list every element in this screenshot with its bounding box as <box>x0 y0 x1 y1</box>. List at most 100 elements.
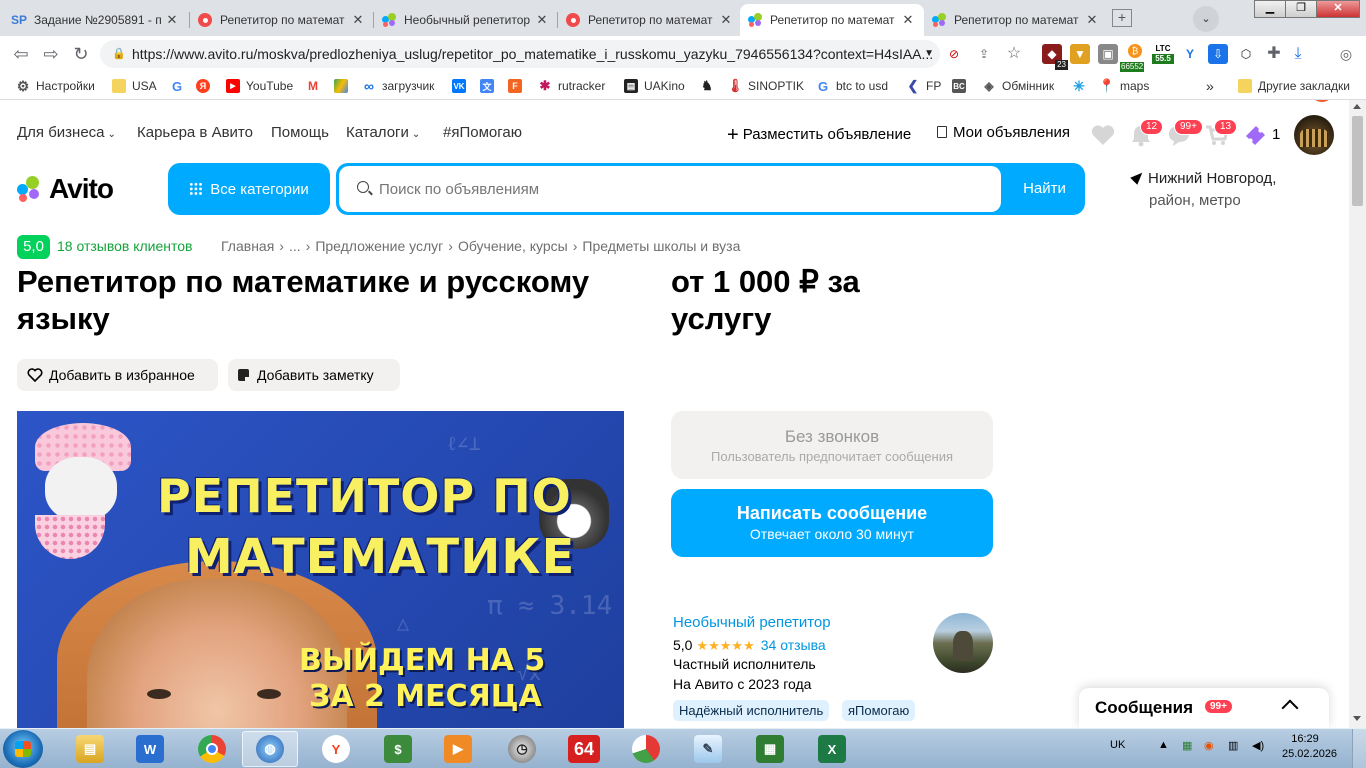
taskbar-monitor-app[interactable]: ▦ <box>742 731 798 767</box>
bookmark-google[interactable]: G <box>170 77 190 95</box>
taskbar-money-app[interactable]: $ <box>370 731 426 767</box>
taskbar-notes-app[interactable]: ✎ <box>680 731 736 767</box>
bookmark-usa[interactable]: USA <box>112 77 157 95</box>
breadcrumb-ellipsis[interactable]: ... <box>289 238 301 254</box>
page-scrollbar[interactable] <box>1349 100 1366 728</box>
bookmark-downloader[interactable]: ∞ загрузчик <box>362 77 434 95</box>
bookmark-btc-to-usd[interactable]: Gbtc to usd <box>816 77 888 95</box>
bookmark-uakino[interactable]: ▤ UAKino <box>624 77 685 95</box>
url-field[interactable]: 🔒 https://www.avito.ru/moskva/predlozhen… <box>100 40 940 68</box>
bookmark-yandex[interactable]: Я <box>196 77 216 95</box>
tab-close-icon[interactable]: ✕ <box>900 12 916 28</box>
bookmark-star-icon[interactable]: ☆ <box>1004 44 1024 64</box>
restore-button[interactable]: ❐ <box>1285 0 1317 18</box>
bookmark-drive[interactable] <box>334 77 354 95</box>
tab-search-chevron-icon[interactable]: ⌄ <box>1193 6 1219 32</box>
seller-reviews-link[interactable]: 34 отзыва <box>761 637 826 653</box>
tray-antivirus-icon[interactable]: ◉ <box>1204 739 1214 752</box>
other-bookmarks-folder[interactable]: Другие закладки <box>1238 77 1350 95</box>
taskbar-explorer[interactable]: ▤ <box>62 731 118 767</box>
taskbar-chart-app[interactable] <box>618 731 674 767</box>
breadcrumb-school-subjects[interactable]: Предметы школы и вуза <box>582 238 740 254</box>
language-indicator[interactable]: UK <box>1110 739 1125 751</box>
scroll-thumb[interactable] <box>1352 116 1363 206</box>
taskbar-clock[interactable]: 16:29 25.02.2026 <box>1282 732 1337 762</box>
extension-btc-icon[interactable]: ₿ 66552 <box>1120 44 1148 72</box>
browser-tab-active[interactable]: Репетитор по математ ✕ <box>740 4 924 36</box>
block-icon[interactable]: ⊘ <box>944 44 964 64</box>
close-window-button[interactable]: ✕ <box>1316 0 1360 18</box>
my-ads-link[interactable]: Мои объявления <box>937 124 1070 141</box>
browser-tab[interactable]: Необычный репетитор ✕ <box>374 4 558 36</box>
tab-close-icon[interactable]: ✕ <box>164 12 180 28</box>
minimize-button[interactable]: ▁ <box>1254 0 1286 18</box>
tab-close-icon[interactable]: ✕ <box>350 12 366 28</box>
listing-photo[interactable]: ℓ∠⊥ π ≈ 3.14 √x △ РЕПЕТИТОР ПО МАТЕМАТИК… <box>17 411 624 728</box>
back-arrow-icon[interactable]: ⇦ <box>10 43 32 65</box>
extension-cube-icon[interactable]: ⬡ <box>1236 44 1256 64</box>
downloads-icon[interactable]: ⤓ <box>1288 44 1308 64</box>
nav-for-business[interactable]: Для бизнеса ⌄ <box>17 124 116 141</box>
search-input[interactable] <box>379 166 979 212</box>
favorites-heart-icon[interactable] <box>1090 122 1116 148</box>
taskbar-excel[interactable]: X <box>804 731 860 767</box>
browser-tab[interactable]: Репетитор по математ ✕ <box>924 4 1108 36</box>
seller-tag-ya-pomogayu[interactable]: яПомогаю <box>842 700 916 721</box>
taskbar-globe-app[interactable]: ◍ <box>242 731 298 767</box>
nav-help[interactable]: Помощь <box>271 124 329 141</box>
bookmark-sinoptik[interactable]: 🌡 SINOPTIK <box>727 77 804 95</box>
taskbar-yandex-browser[interactable]: Y <box>308 731 364 767</box>
post-ad-link[interactable]: + Разместить объявление <box>727 124 911 147</box>
share-icon[interactable]: ⇪ <box>974 44 994 64</box>
taskbar-chrome[interactable] <box>184 731 240 767</box>
bookmark-maps[interactable]: 📍 maps <box>1099 77 1149 95</box>
avito-logo[interactable]: Avito <box>17 173 114 204</box>
reviews-link[interactable]: 18 отзывов клиентов <box>57 238 193 254</box>
extension-badge-icon[interactable]: ▼ <box>1070 44 1090 64</box>
extension-shield-icon[interactable]: ◆ 23 <box>1042 44 1068 70</box>
browser-tab[interactable]: Репетитор по математ ✕ <box>190 4 374 36</box>
add-note-button[interactable]: Добавить заметку <box>228 359 400 391</box>
messenger-widget[interactable]: Сообщения 99+ <box>1079 688 1329 728</box>
location-selector[interactable]: Нижний Новгород, район, метро <box>1130 168 1276 212</box>
write-message-button[interactable]: Написать сообщение Отвечает около 30 мин… <box>671 489 993 557</box>
show-desktop-button[interactable] <box>1352 729 1366 768</box>
bookmark-exchanger[interactable]: ◈ Обмінник <box>982 77 1054 95</box>
bookmark-youtube[interactable]: ▶ YouTube <box>226 77 293 95</box>
bookmark-settings[interactable]: ⚙ Настройки <box>16 77 95 95</box>
tab-close-icon[interactable]: ✕ <box>534 12 550 28</box>
bookmark-star[interactable]: ✳ <box>1072 77 1092 95</box>
add-to-favorites-button[interactable]: Добавить в избранное <box>17 359 218 391</box>
taskbar-media-player[interactable]: ▶ <box>430 731 486 767</box>
tray-volume-icon[interactable]: ◀) <box>1252 739 1264 752</box>
new-tab-button[interactable]: + <box>1112 9 1132 27</box>
more-bookmarks-button[interactable]: » <box>1206 77 1214 95</box>
all-categories-button[interactable]: Все категории <box>168 163 330 215</box>
bookmark-bc[interactable]: BC <box>952 77 972 95</box>
tray-network-app-icon[interactable]: ▦ <box>1182 739 1192 752</box>
tray-expand-icon[interactable]: ▲ <box>1158 739 1169 751</box>
extensions-puzzle-icon[interactable]: ✚ <box>1264 44 1284 64</box>
browser-tab[interactable]: Репетитор по математ ✕ <box>558 4 742 36</box>
taskbar-clock-app[interactable]: ◷ <box>494 731 550 767</box>
bookmark-horse[interactable]: ♞ <box>700 77 720 95</box>
forward-arrow-icon[interactable]: ⇨ <box>40 43 62 65</box>
bonus-ticket-icon[interactable] <box>1242 122 1268 148</box>
breadcrumb-home[interactable]: Главная <box>221 238 274 254</box>
bookmark-rutracker[interactable]: ✱ rutracker <box>538 77 605 95</box>
bookmark-gmail[interactable]: M <box>306 77 326 95</box>
start-button[interactable] <box>3 730 43 768</box>
url-dropdown-icon[interactable]: ▼ <box>924 40 934 68</box>
user-avatar[interactable] <box>1294 115 1334 155</box>
tray-network-icon[interactable]: ▥ <box>1228 739 1238 752</box>
nav-ya-pomogayu[interactable]: #яПомогаю <box>443 124 522 141</box>
breadcrumb-education[interactable]: Обучение, курсы <box>458 238 568 254</box>
bookmark-fp[interactable]: ❮ FP <box>906 77 941 95</box>
nav-career[interactable]: Карьера в Авито <box>137 124 253 141</box>
bookmark-translate[interactable]: 文 <box>480 77 500 95</box>
taskbar-app-64[interactable]: 64 <box>556 731 612 767</box>
nav-catalogs[interactable]: Каталоги ⌄ <box>346 124 420 141</box>
chrome-menu-icon[interactable]: ◎ <box>1336 44 1356 64</box>
extension-briefcase-icon[interactable]: ▣ <box>1098 44 1118 64</box>
reload-icon[interactable]: ↻ <box>70 43 92 65</box>
